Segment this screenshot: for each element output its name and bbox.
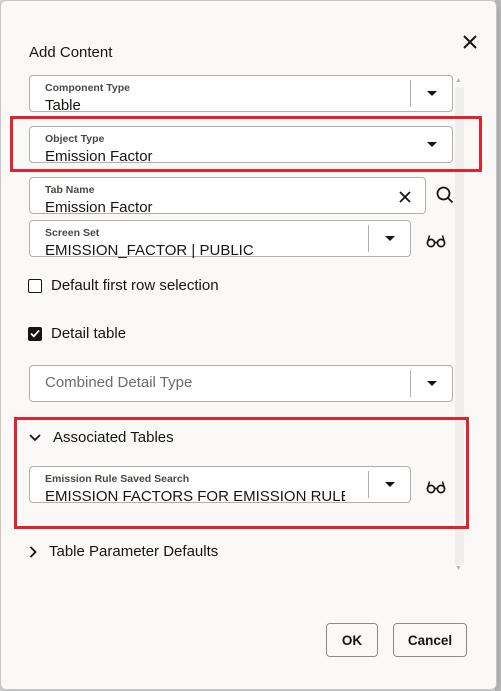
chevron-down-icon — [385, 482, 395, 487]
detail-table-label: Detail table — [51, 325, 127, 342]
object-type-value: Emission Factor — [45, 148, 153, 165]
default-first-row-checkbox-row[interactable]: Default first row selection — [28, 277, 219, 294]
combined-detail-type-dropdown-button[interactable] — [411, 366, 453, 401]
clear-icon — [399, 191, 411, 203]
combined-detail-type-select[interactable]: Combined Detail Type — [29, 365, 453, 402]
screen-set-value: EMISSION_FACTOR | PUBLIC — [45, 242, 254, 259]
tab-name-label: Tab Name — [45, 184, 95, 196]
associated-tables-toggle[interactable]: Associated Tables — [29, 429, 174, 446]
cancel-button[interactable]: Cancel — [393, 623, 467, 657]
chevron-down-icon — [427, 381, 437, 386]
emission-rule-view-button[interactable] — [423, 474, 449, 500]
search-button[interactable] — [432, 182, 458, 208]
component-type-value: Table — [45, 97, 81, 114]
component-type-select[interactable]: Component Type Table — [29, 75, 453, 114]
object-type-label: Object Type — [45, 133, 105, 145]
view-glasses-icon — [426, 235, 446, 248]
scroll-up-arrow[interactable]: ▲ — [455, 77, 462, 85]
ok-button[interactable]: OK — [326, 623, 378, 657]
screen-set-view-button[interactable] — [423, 228, 449, 254]
scrollbar-thumb[interactable] — [455, 87, 464, 565]
emission-rule-saved-search-select[interactable]: Emission Rule Saved Search EMISSION FACT… — [29, 466, 411, 505]
chevron-down-icon — [427, 142, 437, 147]
component-type-label: Component Type — [45, 82, 130, 94]
screen-set-label: Screen Set — [45, 227, 100, 239]
screen-set-select[interactable]: Screen Set EMISSION_FACTOR | PUBLIC — [29, 220, 411, 259]
detail-table-checkbox-row[interactable]: Detail table — [28, 325, 126, 342]
dialog-title: Add Content — [29, 44, 113, 61]
table-parameter-defaults-label: Table Parameter Defaults — [49, 543, 219, 560]
table-parameter-defaults-toggle[interactable]: Table Parameter Defaults — [29, 543, 218, 560]
tab-name-value: Emission Factor — [45, 199, 153, 216]
combined-detail-type-placeholder: Combined Detail Type — [45, 374, 193, 391]
chevron-down-icon — [29, 433, 41, 442]
default-first-row-checkbox[interactable] — [28, 278, 42, 293]
scroll-down-arrow[interactable]: ▼ — [455, 565, 462, 573]
checkmark-icon — [30, 329, 40, 338]
detail-table-checkbox[interactable] — [28, 326, 42, 341]
associated-tables-label: Associated Tables — [53, 429, 174, 446]
chevron-down-icon — [385, 236, 395, 241]
view-glasses-icon — [426, 481, 446, 494]
screen-set-dropdown-button[interactable] — [369, 221, 411, 256]
object-type-select[interactable]: Object Type Emission Factor — [29, 126, 453, 165]
clear-button[interactable] — [392, 184, 418, 210]
component-type-dropdown-button[interactable] — [411, 76, 453, 111]
emission-rule-saved-search-value: EMISSION FACTORS FOR EMISSION RULE — [45, 488, 345, 505]
default-first-row-label: Default first row selection — [51, 277, 219, 294]
add-content-dialog: Add Content ▲ ▼ Component Type Table Obj… — [0, 0, 497, 690]
search-icon — [436, 186, 454, 204]
close-button[interactable] — [457, 29, 483, 55]
scrollbar[interactable]: ▲ ▼ — [453, 75, 465, 575]
chevron-down-icon — [427, 91, 437, 96]
tab-name-input[interactable]: Tab Name Emission Factor — [29, 177, 426, 216]
emission-rule-saved-search-dropdown-button[interactable] — [369, 467, 411, 502]
close-icon — [463, 35, 477, 49]
emission-rule-saved-search-label: Emission Rule Saved Search — [45, 473, 190, 485]
chevron-right-icon — [29, 545, 37, 558]
object-type-dropdown-button[interactable] — [411, 127, 453, 162]
